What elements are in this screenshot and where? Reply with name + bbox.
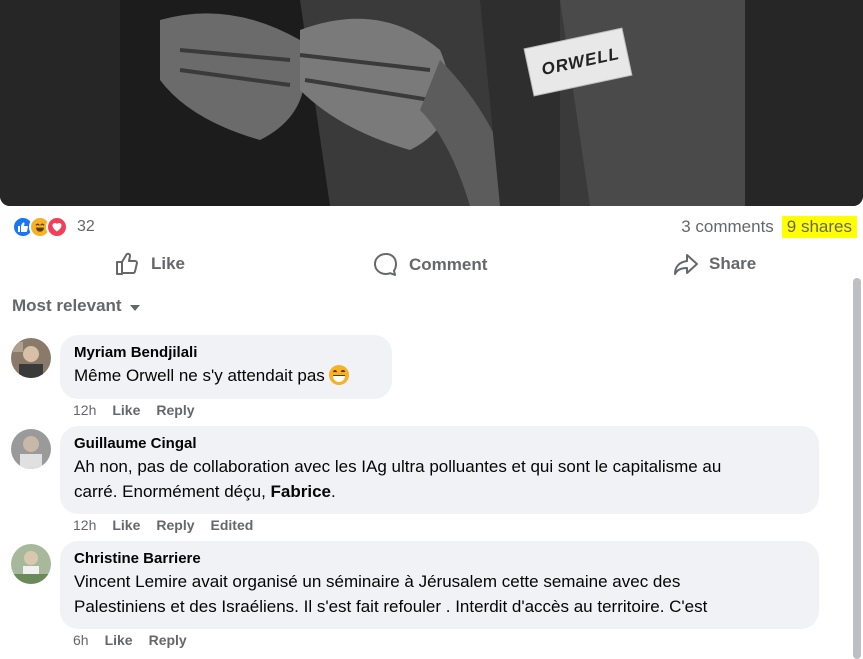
shares-count-link[interactable]: 9 shares xyxy=(781,216,857,238)
comment-edited-label[interactable]: Edited xyxy=(211,517,254,533)
post-stats-row: 32 3 comments 9 shares xyxy=(0,206,863,248)
comment-like-link[interactable]: Like xyxy=(112,517,140,533)
sort-label: Most relevant xyxy=(12,296,122,315)
comment-author[interactable]: Guillaume Cingal xyxy=(74,434,805,454)
mention-link[interactable]: Fabrice xyxy=(271,482,331,501)
comment-text-line-1: Vincent Lemire avait organisé un séminai… xyxy=(74,572,681,591)
comment-author[interactable]: Myriam Bendjilali xyxy=(74,343,378,363)
comment-bubble: Myriam Bendjilali Même Orwell ne s'y att… xyxy=(60,335,392,399)
grinning-emoji-icon xyxy=(328,365,349,385)
like-button[interactable]: Like xyxy=(115,252,185,276)
comment-reply-link[interactable]: Reply xyxy=(156,402,194,418)
comment-like-link[interactable]: Like xyxy=(112,402,140,418)
comment-bubble: Guillaume Cingal Ah non, pas de collabor… xyxy=(60,426,819,514)
avatar[interactable] xyxy=(11,429,51,469)
share-button[interactable]: Share xyxy=(673,252,756,276)
comment-reply-link[interactable]: Reply xyxy=(156,517,194,533)
comment-button[interactable]: Comment xyxy=(373,252,487,278)
comment-sort-dropdown[interactable]: Most relevant xyxy=(12,296,140,316)
comment-bubble: Christine Barriere Vincent Lemire avait … xyxy=(60,541,819,629)
comment-text-line-2: carré. Enormément déçu, Fabrice. xyxy=(74,482,336,501)
comment-time[interactable]: 12h xyxy=(73,517,96,533)
scrollbar-thumb[interactable] xyxy=(853,278,861,659)
comment-like-link[interactable]: Like xyxy=(105,632,133,648)
comment-meta: 12h Like Reply xyxy=(73,402,211,418)
comment-button-label: Comment xyxy=(409,255,488,274)
post-image[interactable]: ORWELL xyxy=(0,0,863,206)
chevron-down-icon xyxy=(129,305,140,311)
orwell-photo xyxy=(0,0,863,206)
comment-text-line-1: Ah non, pas de collaboration avec les IA… xyxy=(74,457,722,476)
post-actions-bar: Like Comment Share xyxy=(0,248,863,284)
comment-time[interactable]: 6h xyxy=(73,632,89,648)
comment-meta: 12h Like Reply Edited xyxy=(73,517,269,533)
avatar[interactable] xyxy=(11,338,51,378)
share-button-label: Share xyxy=(709,254,757,273)
comment-time[interactable]: 12h xyxy=(73,402,96,418)
comment-icon xyxy=(374,253,397,276)
comments-count-link[interactable]: 3 comments xyxy=(681,217,774,237)
like-button-label: Like xyxy=(151,254,186,273)
love-reaction-icon xyxy=(46,216,68,238)
comment-text: Même Orwell ne s'y attendait pas xyxy=(74,363,378,388)
reactions-summary[interactable]: 32 xyxy=(12,216,95,238)
avatar[interactable] xyxy=(11,544,51,584)
comment-meta: 6h Like Reply xyxy=(73,632,203,648)
comment-text-line-2: Palestiniens et des Israéliens. Il s'est… xyxy=(74,597,708,616)
comment-reply-link[interactable]: Reply xyxy=(149,632,187,648)
reaction-count: 32 xyxy=(77,218,95,235)
comment-author[interactable]: Christine Barriere xyxy=(74,549,805,569)
thumbs-up-icon xyxy=(116,252,138,275)
share-arrow-icon xyxy=(674,254,698,275)
